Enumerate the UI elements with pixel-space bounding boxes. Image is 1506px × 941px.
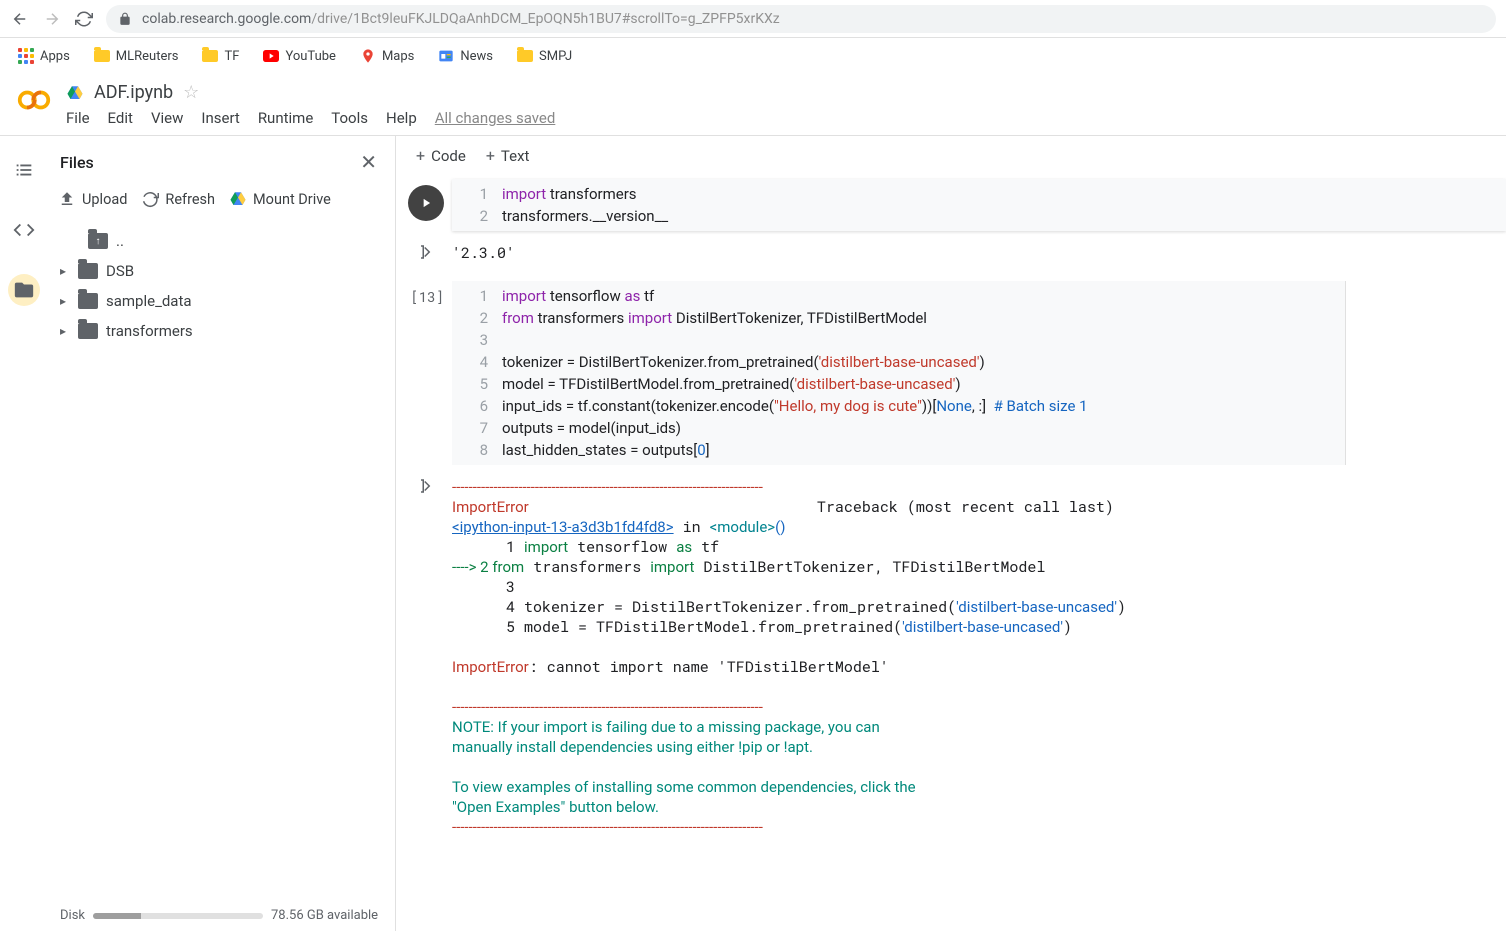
- output-icon[interactable]: [418, 477, 436, 495]
- close-panel-button[interactable]: ✕: [360, 150, 377, 174]
- bookmark-news[interactable]: News: [430, 44, 501, 68]
- menu-bar: File Edit View Insert Runtime Tools Help…: [66, 109, 555, 127]
- code-cell-1[interactable]: 1import transformers2transformers.__vers…: [396, 179, 1506, 231]
- add-text-button[interactable]: +Text: [486, 146, 530, 165]
- save-status: All changes saved: [435, 109, 556, 127]
- cell-1-output: '2.3.0': [396, 235, 1506, 263]
- upload-button[interactable]: Upload: [58, 190, 127, 208]
- toc-button[interactable]: [8, 154, 40, 186]
- tree-folder-dsb[interactable]: ▸DSB: [56, 256, 387, 286]
- menu-edit[interactable]: Edit: [108, 109, 133, 127]
- colab-logo-icon: [16, 82, 52, 118]
- tree-folder-sampledata[interactable]: ▸sample_data: [56, 286, 387, 316]
- bookmarks-bar: Apps MLReuters TF YouTube Maps News SMPJ: [0, 38, 1506, 74]
- folder-up-icon: ↑: [88, 233, 108, 249]
- bookmark-smpj[interactable]: SMPJ: [509, 45, 580, 68]
- output-icon[interactable]: [418, 243, 436, 261]
- left-rail: [0, 136, 48, 931]
- refresh-icon: [141, 190, 159, 208]
- drive-icon: [229, 190, 247, 208]
- back-button[interactable]: [10, 10, 30, 28]
- chevron-right-icon: ▸: [60, 294, 70, 308]
- cell-toolbar: +Code +Text: [396, 136, 1506, 175]
- bookmark-youtube[interactable]: YouTube: [255, 44, 344, 68]
- upload-icon: [58, 190, 76, 208]
- disk-usage: Disk 78.56 GB available: [60, 908, 383, 923]
- chevron-right-icon: ▸: [60, 264, 70, 278]
- code-snippets-button[interactable]: [8, 214, 40, 246]
- colab-header: ADF.ipynb ☆ File Edit View Insert Runtim…: [0, 74, 1506, 127]
- url-path: /drive/1Bct9leuFKJLDQaAnhDCM_EpOQN5h1BU7…: [311, 11, 779, 27]
- browser-nav-bar: colab.research.google.com/drive/1Bct9leu…: [0, 0, 1506, 38]
- menu-insert[interactable]: Insert: [201, 109, 239, 127]
- url-host: colab.research.google.com: [142, 11, 311, 27]
- folder-icon: [94, 50, 110, 62]
- notebook-area: +Code +Text 1import transformers2transfo…: [396, 136, 1506, 931]
- maps-icon: [360, 48, 376, 64]
- tree-folder-transformers[interactable]: ▸transformers: [56, 316, 387, 346]
- notebook-name[interactable]: ADF.ipynb: [94, 82, 173, 103]
- files-title: Files: [60, 153, 94, 172]
- menu-view[interactable]: View: [151, 109, 183, 127]
- bookmark-maps[interactable]: Maps: [352, 44, 422, 68]
- folder-icon: [78, 263, 98, 279]
- file-tree: ↑.. ▸DSB ▸sample_data ▸transformers: [48, 222, 395, 346]
- news-icon: [438, 48, 454, 64]
- folder-icon: [78, 293, 98, 309]
- drive-icon: [66, 84, 84, 102]
- folder-icon: [517, 50, 533, 62]
- code-cell-2[interactable]: [13] 1import tensorflow as tf2from trans…: [396, 281, 1506, 465]
- add-code-button[interactable]: +Code: [416, 146, 466, 165]
- folder-icon: [78, 323, 98, 339]
- menu-runtime[interactable]: Runtime: [258, 109, 313, 127]
- files-button[interactable]: [8, 274, 40, 306]
- execution-count: [13]: [396, 281, 452, 465]
- menu-tools[interactable]: Tools: [331, 109, 368, 127]
- apps-icon: [18, 48, 34, 64]
- run-button[interactable]: [408, 185, 444, 221]
- chevron-right-icon: ▸: [60, 324, 70, 338]
- disk-progress: [93, 913, 263, 919]
- mount-drive-button[interactable]: Mount Drive: [229, 190, 331, 208]
- tree-up[interactable]: ↑..: [56, 226, 387, 256]
- address-bar[interactable]: colab.research.google.com/drive/1Bct9leu…: [106, 5, 1496, 33]
- files-panel: Files ✕ Upload Refresh Mount Drive ↑.. ▸…: [48, 136, 396, 931]
- youtube-icon: [263, 48, 279, 64]
- menu-file[interactable]: File: [66, 109, 90, 127]
- bookmark-mlreuters[interactable]: MLReuters: [86, 45, 187, 68]
- main-area: Files ✕ Upload Refresh Mount Drive ↑.. ▸…: [0, 136, 1506, 931]
- reload-button[interactable]: [74, 10, 94, 28]
- refresh-button[interactable]: Refresh: [141, 190, 215, 208]
- bookmark-tf[interactable]: TF: [194, 45, 247, 68]
- forward-button[interactable]: [42, 10, 62, 28]
- code-editor[interactable]: 1import transformers2transformers.__vers…: [452, 179, 1506, 231]
- folder-icon: [202, 50, 218, 62]
- lock-icon: [118, 12, 132, 26]
- code-editor[interactable]: 1import tensorflow as tf2from transforme…: [452, 281, 1346, 465]
- bookmark-apps[interactable]: Apps: [10, 44, 78, 68]
- cell-2-output: ----------------------------------------…: [396, 469, 1506, 837]
- star-icon[interactable]: ☆: [183, 82, 199, 103]
- menu-help[interactable]: Help: [386, 109, 417, 127]
